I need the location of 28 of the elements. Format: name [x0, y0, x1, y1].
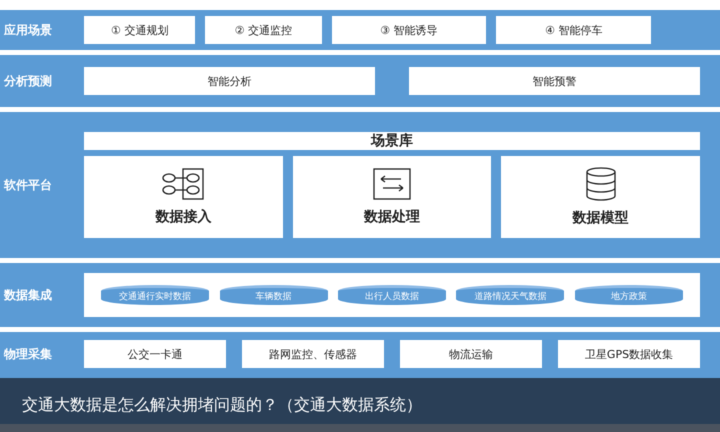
database-cylinder: 车辆数据	[220, 285, 328, 305]
database-cylinder: 交通通行实时数据	[101, 285, 210, 305]
database-cylinder: 地方政策	[574, 285, 683, 305]
scenario-box: ④ 智能停车	[496, 16, 652, 44]
source-box: 卫星GPS数据收集	[558, 340, 700, 368]
module-title: 数据处理	[364, 208, 420, 226]
database-icon	[584, 167, 617, 201]
database-cylinder: 出行人员数据	[338, 285, 446, 305]
layer-label: 软件平台	[4, 176, 52, 194]
scenario-box: ① 交通规划	[84, 16, 196, 44]
exchange-arrows-icon	[373, 168, 411, 200]
source-box: 公交一卡通	[84, 340, 226, 368]
source-box: 物流运输	[400, 340, 542, 368]
layer-label: 数据集成	[4, 286, 52, 304]
scene-library-box: 场景库	[84, 132, 700, 150]
module-title: 数据接入	[155, 208, 212, 226]
analysis-box: 智能分析	[84, 67, 375, 95]
caption-text: 交通大数据是怎么解决拥堵问题的？（交通大数据系统）	[22, 394, 422, 416]
database-cylinder: 道路情况天气数据	[456, 285, 564, 305]
scenario-box: ③ 智能诱导	[332, 16, 486, 44]
source-box: 路网监控、传感器	[242, 340, 384, 368]
module-title: 数据模型	[572, 209, 629, 227]
nodes-icon	[161, 168, 206, 200]
layer-label: 分析预测	[4, 72, 52, 90]
layer-label: 物理采集	[4, 346, 52, 363]
scenario-box: ② 交通监控	[205, 16, 322, 44]
analysis-box: 智能预警	[409, 67, 700, 95]
layer-label: 应用场景	[4, 22, 52, 38]
